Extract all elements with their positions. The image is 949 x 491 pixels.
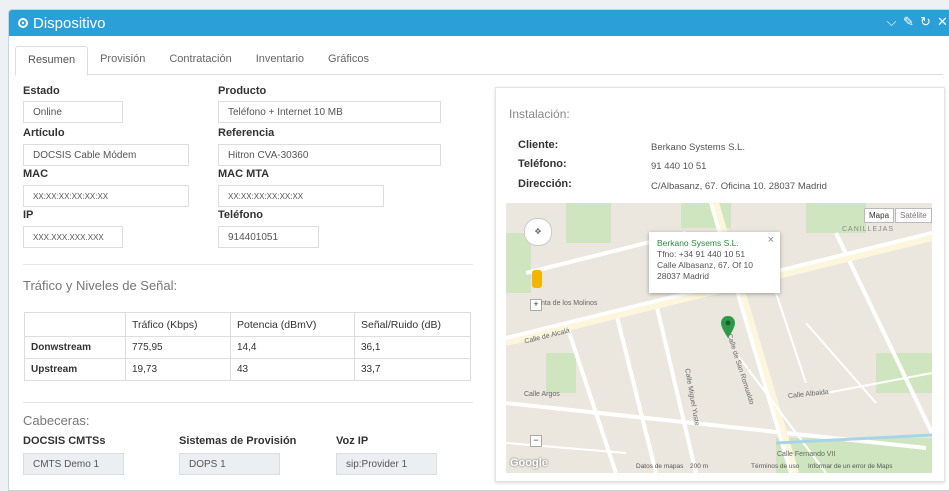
map-info-popup: × Berkano Sysems S.L. Tfno: +34 91 440 1… bbox=[649, 232, 780, 293]
gear-icon bbox=[18, 18, 28, 28]
refresh-icon[interactable]: ↻ bbox=[920, 14, 931, 30]
voz-label: Voz IP bbox=[336, 435, 369, 447]
table-header: Potencia (dBmV) bbox=[230, 312, 355, 337]
settings-icon[interactable]: ✎ bbox=[903, 14, 914, 30]
voz-field[interactable]: sip:Provider 1 bbox=[336, 453, 437, 475]
map[interactable]: ✥ + − Mapa Satélite nta de los Molinos C… bbox=[506, 203, 932, 473]
close-icon[interactable]: ✕ bbox=[937, 14, 948, 30]
popup-line: Calle Albasanz, 67. Of 10 bbox=[657, 260, 753, 270]
cliente-label: Cliente: bbox=[518, 139, 559, 151]
ip-field[interactable]: XXX.XXX.XXX.XXX bbox=[23, 226, 123, 248]
cmts-label: DOCSIS CMTSs bbox=[23, 435, 106, 447]
map-marker-icon[interactable] bbox=[721, 316, 735, 338]
table-header: Señal/Ruido (dB) bbox=[354, 312, 471, 337]
table-cell: 19,73 bbox=[125, 358, 231, 381]
table-cell: 775,95 bbox=[125, 336, 231, 359]
table-header-row: Tráfico (Kbps) Potencia (dBmV) Señal/Rui… bbox=[24, 312, 471, 337]
report-error-link[interactable]: Informar de un error de Maps bbox=[808, 463, 893, 470]
street-label: Calle Fernando VII bbox=[777, 451, 836, 458]
table-header-empty bbox=[24, 312, 126, 337]
street-label: Calle Argos bbox=[524, 391, 560, 398]
table-cell: 36,1 bbox=[354, 336, 471, 359]
estado-label: Estado bbox=[23, 85, 60, 97]
table-cell: 43 bbox=[230, 358, 355, 381]
direccion-label: Dirección: bbox=[518, 178, 572, 190]
window-titlebar: Dispositivo ⌵ ✎ ↻ ✕ bbox=[9, 10, 949, 36]
signal-table: Tráfico (Kbps) Potencia (dBmV) Señal/Rui… bbox=[24, 312, 471, 381]
referencia-label: Referencia bbox=[218, 127, 275, 139]
articulo-label: Artículo bbox=[23, 127, 65, 139]
tab-bar: Resumen Provisión Contratación Inventari… bbox=[15, 46, 943, 76]
row-name: Donwstream bbox=[24, 336, 126, 359]
cmts-field[interactable]: CMTS Demo 1 bbox=[23, 453, 124, 475]
estado-field[interactable]: Online bbox=[23, 101, 123, 123]
mac-label: MAC bbox=[23, 168, 49, 180]
mac-field[interactable]: XX:XX:XX:XX:XX:XX bbox=[23, 185, 189, 207]
divider bbox=[23, 402, 473, 403]
satellite-type-button[interactable]: Satélite bbox=[895, 208, 932, 223]
popup-line: Tfno: +34 91 440 10 51 bbox=[657, 249, 746, 259]
provision-field[interactable]: DOPS 1 bbox=[179, 453, 280, 475]
popup-title: Berkano Sysems S.L. bbox=[657, 238, 739, 248]
mac-mta-label: MAC MTA bbox=[218, 168, 270, 180]
row-name: Upstream bbox=[24, 358, 126, 381]
tab-graficos[interactable]: Gráficos bbox=[316, 46, 381, 74]
cliente-value: Berkano Systems S.L. bbox=[651, 142, 745, 153]
window-title: Dispositivo bbox=[33, 14, 106, 32]
mac-mta-field[interactable]: XX:XX:XX:XX:XX:XX bbox=[218, 185, 384, 207]
install-title: Instalación: bbox=[509, 107, 570, 121]
table-header: Tráfico (Kbps) bbox=[125, 312, 231, 337]
producto-label: Producto bbox=[218, 85, 267, 97]
ip-label: IP bbox=[23, 209, 34, 221]
table-row: Upstream 19,73 43 33,7 bbox=[24, 358, 471, 381]
map-scale: 200 m bbox=[690, 463, 709, 470]
street-view-icon[interactable] bbox=[532, 270, 542, 288]
device-window: Dispositivo ⌵ ✎ ↻ ✕ Resumen Provisión Co… bbox=[8, 9, 949, 491]
terms-link[interactable]: Términos de uso bbox=[751, 463, 799, 470]
table-cell: 33,7 bbox=[354, 358, 471, 381]
provision-label: Sistemas de Provisión bbox=[179, 435, 297, 447]
street-label: nta de los Molinos bbox=[541, 300, 598, 307]
tab-resumen[interactable]: Resumen bbox=[15, 46, 89, 76]
referencia-field[interactable]: Hitron CVA-30360 bbox=[218, 144, 441, 166]
popup-line: 28037 Madrid bbox=[657, 271, 709, 281]
google-logo: Google bbox=[510, 457, 548, 469]
map-data-link[interactable]: Datos de mapas bbox=[636, 463, 683, 470]
pan-control[interactable]: ✥ bbox=[524, 218, 552, 246]
telefono-label: Teléfono: bbox=[518, 158, 567, 170]
telefono-field[interactable]: 914401051 bbox=[218, 226, 319, 248]
zoom-out-icon[interactable]: − bbox=[530, 435, 542, 447]
producto-field[interactable]: Teléfono + Internet 10 MB bbox=[218, 101, 441, 123]
direccion-value: C/Albasanz, 67. Oficina 10. 28037 Madrid bbox=[651, 181, 827, 192]
close-icon[interactable]: × bbox=[768, 235, 774, 246]
table-row: Donwstream 775,95 14,4 36,1 bbox=[24, 336, 471, 359]
traffic-title: Tráfico y Niveles de Señal: bbox=[23, 278, 178, 293]
table-cell: 14,4 bbox=[230, 336, 355, 359]
tab-provision[interactable]: Provisión bbox=[88, 46, 157, 74]
telefono-value: 91 440 10 51 bbox=[651, 161, 707, 172]
area-label: CANILLEJAS bbox=[842, 226, 895, 233]
tab-inventario[interactable]: Inventario bbox=[244, 46, 316, 74]
divider bbox=[23, 264, 473, 265]
tab-contratacion[interactable]: Contratación bbox=[157, 46, 243, 74]
map-type-button[interactable]: Mapa bbox=[864, 208, 895, 223]
articulo-field[interactable]: DOCSIS Cable Módem bbox=[23, 144, 189, 166]
install-panel: Instalación: Cliente: Berkano Systems S.… bbox=[495, 87, 945, 482]
collapse-icon[interactable]: ⌵ bbox=[886, 14, 897, 30]
cabeceras-title: Cabeceras: bbox=[23, 413, 90, 428]
telefono-label: Teléfono bbox=[218, 209, 264, 221]
